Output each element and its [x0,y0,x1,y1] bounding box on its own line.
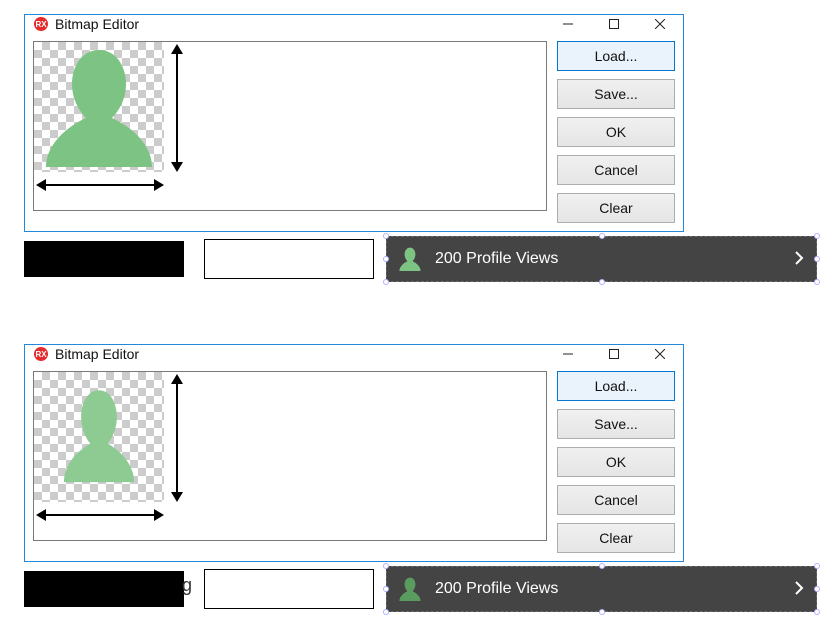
resize-handle[interactable] [814,563,820,569]
result-row-top: 200 Profile Views [24,236,829,282]
empty-preview-slot [204,569,374,609]
vertical-dimension-arrow [168,44,186,175]
ok-button[interactable]: OK [557,447,675,477]
horizontal-dimension-arrow [36,506,164,527]
panel-text: 200 Profile Views [435,580,782,598]
client-area: Load... Save... OK Cancel Clear [25,33,683,231]
app-icon: RX [33,16,49,32]
load-button[interactable]: Load... [557,371,675,401]
resize-handle[interactable] [383,233,389,239]
minimize-button[interactable] [545,15,591,33]
horizontal-dimension-arrow [36,176,164,197]
profile-views-panel[interactable]: 200 Profile Views [386,566,817,612]
clear-button[interactable]: Clear [557,193,675,223]
svg-text:RX: RX [35,20,47,29]
window-title: Bitmap Editor [55,346,545,362]
maximize-button[interactable] [591,15,637,33]
person-silhouette [56,384,142,489]
minimize-button[interactable] [545,345,591,363]
panel-text: 200 Profile Views [435,250,782,268]
chevron-right-icon [794,251,804,268]
resize-handle[interactable] [599,609,605,615]
resize-handle[interactable] [814,586,820,592]
save-button[interactable]: Save... [557,79,675,109]
bitmap-canvas[interactable] [33,41,547,211]
empty-preview-slot [204,239,374,279]
bitmap-editor-window: RX Bitmap Editor [24,344,684,562]
bitmap-canvas[interactable] [33,371,547,541]
bitmap-editor-window: RX Bitmap Editor [24,14,684,232]
window-controls [545,15,683,33]
person-icon [397,246,423,272]
titlebar: RX Bitmap Editor [25,15,683,33]
cancel-button[interactable]: Cancel [557,485,675,515]
profile-views-panel[interactable]: 200 Profile Views [386,236,817,282]
redacted-label: g [24,571,184,607]
button-column: Load... Save... OK Cancel Clear [557,371,675,553]
resize-handle[interactable] [383,256,389,262]
maximize-button[interactable] [591,345,637,363]
resize-handle[interactable] [814,233,820,239]
person-silhouette [34,42,164,175]
ok-button[interactable]: OK [557,117,675,147]
svg-text:RX: RX [35,350,47,359]
save-button[interactable]: Save... [557,409,675,439]
trailing-char: g [182,575,192,596]
close-button[interactable] [637,345,683,363]
clear-button[interactable]: Clear [557,523,675,553]
resize-handle[interactable] [814,609,820,615]
resize-handle[interactable] [599,279,605,285]
resize-handle[interactable] [383,586,389,592]
resize-handle[interactable] [814,256,820,262]
client-area: Load... Save... OK Cancel Clear [25,363,683,561]
vertical-dimension-arrow [168,374,186,505]
resize-handle[interactable] [383,563,389,569]
close-button[interactable] [637,15,683,33]
window-title: Bitmap Editor [55,16,545,32]
resize-handle[interactable] [814,279,820,285]
resize-handle[interactable] [599,233,605,239]
button-column: Load... Save... OK Cancel Clear [557,41,675,223]
window-controls [545,345,683,363]
titlebar: RX Bitmap Editor [25,345,683,363]
resize-handle[interactable] [599,563,605,569]
resize-handle[interactable] [383,609,389,615]
load-button[interactable]: Load... [557,41,675,71]
result-row-bottom: g 200 Profile Views [24,566,829,612]
person-icon [397,576,423,602]
redacted-label [24,241,184,277]
chevron-right-icon [794,581,804,598]
cancel-button[interactable]: Cancel [557,155,675,185]
resize-handle[interactable] [383,279,389,285]
app-icon: RX [33,346,49,362]
